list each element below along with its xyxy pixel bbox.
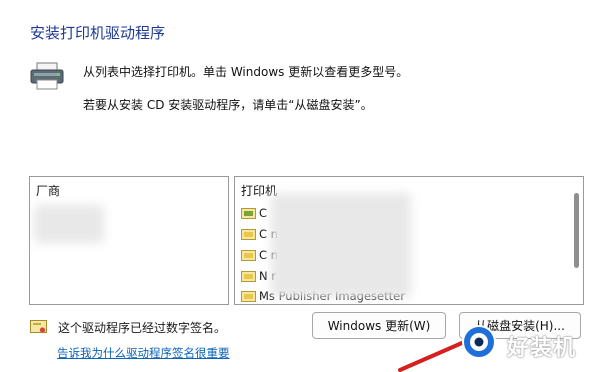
printer-list[interactable]: 打印机 C C n C n wide N r Ms Publisher Imag…: [234, 176, 584, 305]
instruction-text-1: 从列表中选择打印机。单击 Windows 更新以查看更多型号。: [83, 65, 409, 79]
manufacturer-list-header: 厂商: [36, 184, 61, 198]
redacted-printer-entries: [271, 193, 411, 297]
driver-signing-info-link[interactable]: 告诉我为什么驱动程序签名很重要: [57, 345, 230, 361]
printer-list-item[interactable]: C: [241, 206, 267, 221]
printer-item-label: C: [259, 206, 268, 220]
certificate-icon: [30, 320, 47, 333]
driver-file-icon: [241, 229, 256, 240]
dialog-title: 安装打印机驱动程序: [30, 24, 166, 42]
driver-file-icon: [241, 250, 256, 261]
watermark-text: 好装机: [507, 336, 577, 361]
signature-status-text: 这个驱动程序已经过数字签名。: [58, 321, 227, 335]
manufacturer-list[interactable]: 厂商: [29, 176, 229, 305]
redacted-manufacturer-entries: [34, 205, 104, 243]
instruction-text-2: 若要从安装 CD 安装驱动程序，请单击“从磁盘安装”。: [83, 98, 373, 112]
driver-file-icon: [241, 271, 256, 282]
printer-list-scrollbar[interactable]: [574, 193, 579, 268]
driver-file-icon: [241, 208, 256, 219]
watermark-badge-icon: [462, 325, 496, 359]
driver-file-icon: [241, 291, 256, 302]
printer-icon: [30, 62, 64, 90]
